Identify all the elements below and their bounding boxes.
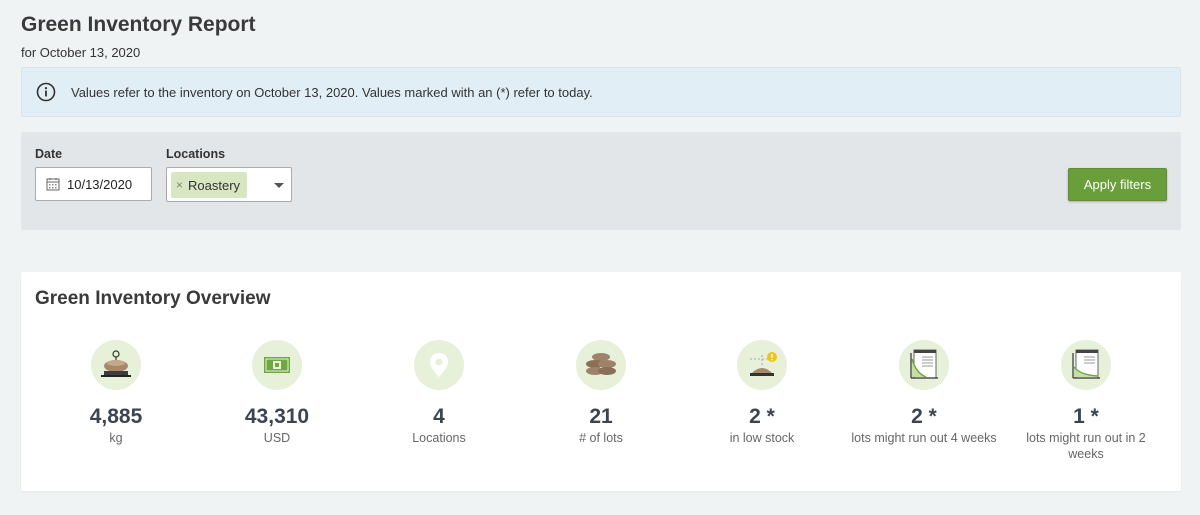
chip-label: Roastery: [188, 177, 241, 193]
apply-filters-button[interactable]: Apply filters: [1068, 168, 1167, 201]
overview-card: Green Inventory Overview 4,885 kg 43,310…: [21, 272, 1181, 491]
stat-locations: 4 Locations: [364, 340, 514, 446]
location-chip: × Roastery: [171, 172, 247, 198]
runout-chart-icon: [899, 340, 949, 390]
stat-label: # of lots: [579, 431, 623, 445]
stat-value: 21: [589, 405, 613, 428]
stat-value: 4,885: [89, 405, 143, 428]
stat-value-usd: 43,310 USD: [202, 340, 352, 446]
chevron-down-icon[interactable]: [274, 183, 284, 188]
stat-label: lots might run out 4 weeks: [851, 431, 997, 445]
stat-value: 4: [433, 405, 445, 428]
location-pin-icon: [414, 340, 464, 390]
stat-low-stock: 2 * in low stock: [687, 340, 837, 446]
stat-value: 43,310: [244, 405, 310, 428]
stat-lots: 21 # of lots: [526, 340, 676, 446]
stat-label: kg: [109, 431, 123, 445]
stat-label: in low stock: [729, 431, 795, 445]
runout-chart-icon: [1061, 340, 1111, 390]
info-icon: [36, 82, 56, 102]
info-text: Values refer to the inventory on October…: [71, 84, 593, 100]
stat-runout-4-weeks: 2 * lots might run out 4 weeks: [849, 340, 999, 446]
stat-label: lots might run out in 2 weeks: [1026, 431, 1146, 461]
stat-value: 2 *: [749, 405, 775, 428]
info-banner: Values refer to the inventory on October…: [21, 67, 1181, 117]
filter-panel: Date 10/13/2020 Locations × Roastery App…: [21, 132, 1181, 230]
stat-weight: 4,885 kg: [41, 340, 191, 446]
calendar-icon: [46, 177, 60, 191]
stat-value: 1 *: [1073, 405, 1099, 428]
stat-value: 2 *: [911, 405, 937, 428]
locations-label: Locations: [166, 147, 226, 161]
page-subtitle: for October 13, 2020: [21, 45, 141, 60]
low-stock-icon: [737, 340, 787, 390]
overview-title: Green Inventory Overview: [35, 288, 271, 309]
coffee-bags-icon: [576, 340, 626, 390]
stat-label: Locations: [412, 431, 466, 445]
page-title: Green Inventory Report: [21, 13, 256, 36]
scale-icon: [91, 340, 141, 390]
stat-runout-2-weeks: 1 * lots might run out in 2 weeks: [1011, 340, 1161, 462]
date-value: 10/13/2020: [67, 176, 133, 192]
stat-label: USD: [263, 431, 291, 445]
date-label: Date: [35, 147, 63, 161]
locations-select[interactable]: × Roastery: [166, 167, 292, 202]
money-icon: [252, 340, 302, 390]
chip-remove-icon[interactable]: ×: [176, 178, 183, 192]
date-input[interactable]: 10/13/2020: [35, 167, 152, 201]
